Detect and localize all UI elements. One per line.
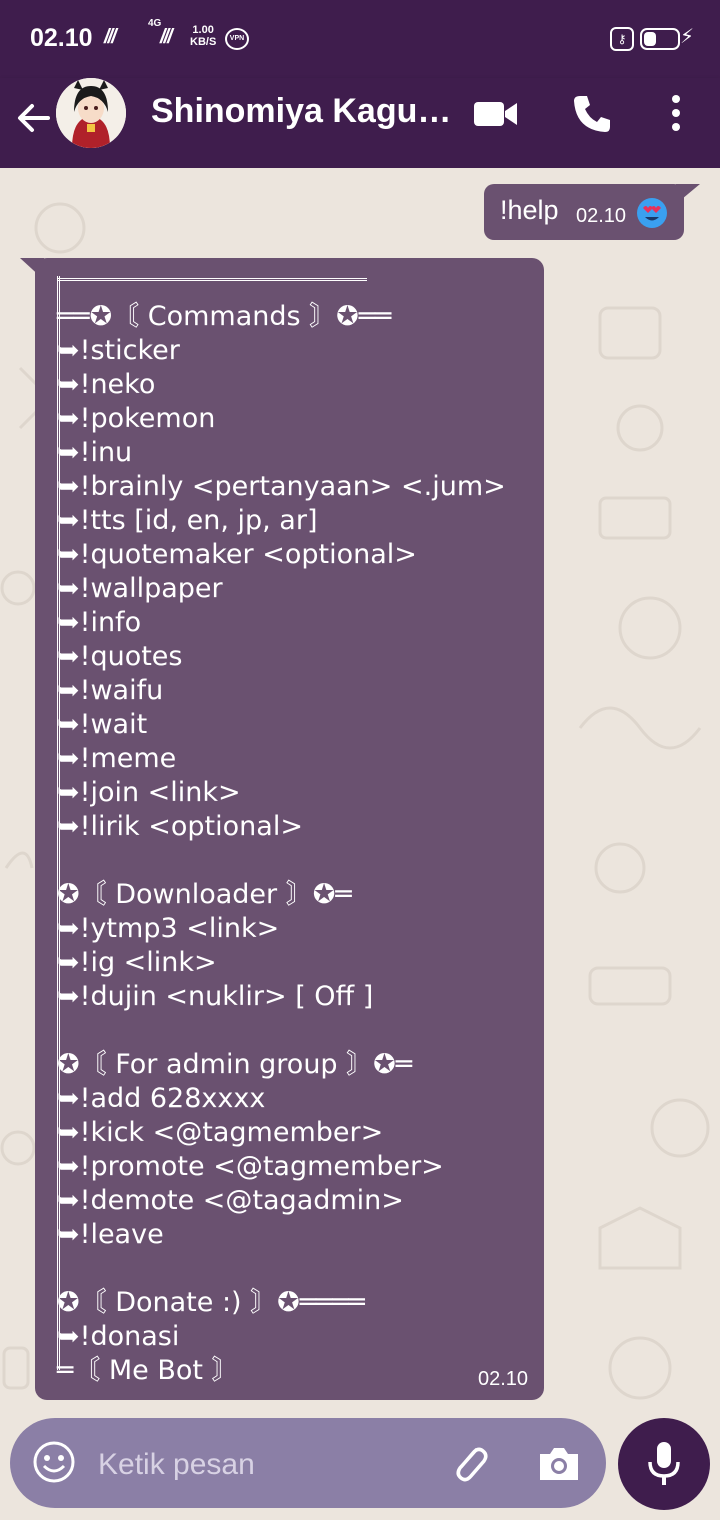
charging-icon: ⚡ xyxy=(680,26,695,48)
message-line: ➥!kick <@tagmember> xyxy=(57,1117,384,1148)
outgoing-text: !help xyxy=(500,195,559,225)
message-line: ➥!leave xyxy=(57,1219,164,1250)
message-line: ➥!add 628xxxx xyxy=(57,1083,266,1114)
message-line: ➥!donasi xyxy=(57,1321,180,1352)
message-line: ➥!wallpaper xyxy=(57,573,223,604)
heart-eyes-emoji-icon xyxy=(637,198,667,228)
incoming-message[interactable]: ══✪〘 Commands 〙✪══ ➥!sticker ➥!neko ➥!pokem… xyxy=(35,258,544,1400)
message-line: ➥!demote <@tagadmin> xyxy=(57,1185,404,1216)
attach-icon[interactable] xyxy=(446,1440,492,1486)
message-line: ➥!quotemaker <optional> xyxy=(57,539,417,570)
message-line: ✪〘 For admin group 〙✪═ xyxy=(57,1049,413,1080)
message-line: ➥!neko xyxy=(57,369,156,400)
message-line: ➥!inu xyxy=(57,437,133,468)
signal-icon-2: /// xyxy=(160,26,173,48)
message-line: ═〘 Me Bot 〙 xyxy=(57,1355,239,1386)
mic-icon xyxy=(648,1442,680,1485)
message-line: ➥!pokemon xyxy=(57,403,216,434)
key-icon: ⚷ xyxy=(610,27,634,51)
message-line: ➥!tts [id, en, jp, ar] xyxy=(57,505,318,536)
message-input[interactable] xyxy=(96,1444,430,1486)
vpn-icon: VPN xyxy=(225,28,249,50)
message-line: ➥!ytmp3 <link> xyxy=(57,913,280,944)
avatar[interactable] xyxy=(56,78,126,148)
message-line: ➥!dujin <nuklir> [ Off ] xyxy=(57,981,374,1012)
more-vert-icon[interactable] xyxy=(666,94,686,134)
chat-area[interactable]: !help 02.10 ══✪〘 Commands 〙✪══ ➥!sticker ➥… xyxy=(0,168,720,1520)
message-line: ➥!promote <@tagmember> xyxy=(57,1151,444,1182)
back-arrow-icon[interactable] xyxy=(14,98,54,138)
message-line: ➥!join <link> xyxy=(57,777,241,808)
message-line: ➥!meme xyxy=(57,743,177,774)
network-speed: 1.00 KB/S xyxy=(190,24,217,48)
emoji-icon[interactable] xyxy=(32,1440,76,1484)
message-line: ➥!lirik <optional> xyxy=(57,811,303,842)
message-line: ✪〘 Downloader 〙✪═ xyxy=(57,879,352,910)
phone-icon[interactable] xyxy=(570,92,614,136)
outgoing-message[interactable]: !help 02.10 xyxy=(484,184,684,240)
message-line: ➥!quotes xyxy=(57,641,183,672)
status-bar: 02.10 /// 4G /// 1.00 KB/S VPN ⚷ ⚡ xyxy=(0,0,720,78)
box-frame-top xyxy=(57,278,367,285)
chat-header: Shinomiya Kagu… xyxy=(0,78,720,168)
message-composer xyxy=(10,1418,606,1508)
message-line: ══✪〘 Commands 〙✪══ xyxy=(57,301,392,332)
chat-title[interactable]: Shinomiya Kagu… xyxy=(151,92,451,131)
message-line: ➥!wait xyxy=(57,709,148,740)
message-line: ➥!info xyxy=(57,607,142,638)
message-line: ➥!ig <link> xyxy=(57,947,217,978)
video-call-icon[interactable] xyxy=(474,98,518,130)
message-line: ➥!waifu xyxy=(57,675,164,706)
message-line: ➥!brainly <pertanyaan> <.jum> xyxy=(57,471,506,502)
message-line: ✪〘 Donate :) 〙✪════ xyxy=(57,1287,365,1318)
status-time: 02.10 xyxy=(30,24,93,52)
camera-icon[interactable] xyxy=(536,1442,582,1484)
signal-icon: /// xyxy=(104,26,117,48)
battery-icon xyxy=(640,28,680,50)
outgoing-time: 02.10 xyxy=(576,205,627,227)
message-line: ➥!sticker xyxy=(57,335,180,366)
incoming-time: 02.10 xyxy=(478,1368,529,1390)
mic-button[interactable] xyxy=(618,1418,710,1510)
